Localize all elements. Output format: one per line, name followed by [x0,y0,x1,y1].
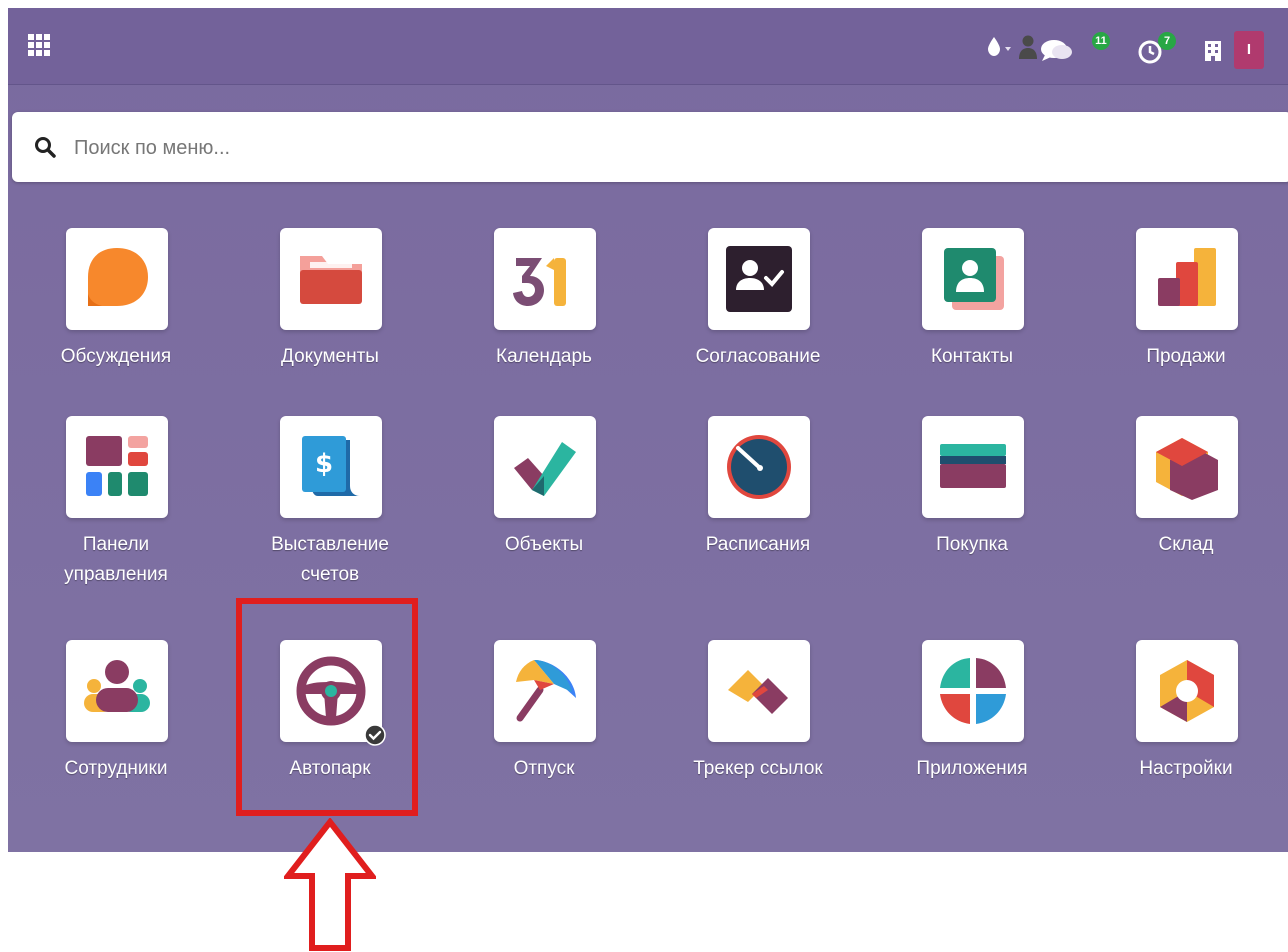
app-tile [708,640,810,742]
app-tile [1136,640,1238,742]
employees-icon [84,660,150,712]
app-label: Сотрудники [64,758,168,779]
app-tile [922,416,1024,518]
building-icon[interactable] [1204,40,1222,67]
svg-text:$: $ [315,449,333,479]
activities-count-badge: 7 [1158,32,1176,50]
home-menu: 11 7 I Поиск по меню... Обсуждения Докум… [8,8,1288,852]
discuss-icon [88,248,148,306]
app-label: Обсуждения [60,346,172,367]
link-tracker-icon [728,670,788,714]
calendar-31-icon [513,258,566,306]
app-tile [1136,416,1238,518]
app-discuss[interactable]: Обсуждения [18,228,214,418]
invoicing-icon: $ [302,436,360,496]
app-label: Документы [281,346,379,367]
app-contacts[interactable]: Контакты [874,228,1070,418]
app-tile [494,416,596,518]
app-tile [66,416,168,518]
app-label: Панели управления [64,534,168,585]
app-inventory[interactable]: Склад [1088,416,1284,606]
app-objects[interactable]: Объекты [446,416,642,606]
messages-count-badge: 11 [1092,32,1110,50]
dashboards-icon [86,436,148,496]
app-tile [708,228,810,330]
checkmark-icon [514,442,576,496]
app-documents[interactable]: Документы [232,228,428,418]
search-icon [35,137,56,158]
contacts-icon [944,248,1004,310]
app-timesheets[interactable]: Расписания [660,416,856,606]
app-approvals[interactable]: Согласование [660,228,856,418]
documents-folder-icon [300,256,362,304]
approvals-icon [726,246,792,312]
menu-search-bar[interactable] [12,112,1288,182]
app-tile [1136,228,1238,330]
app-link-tracker[interactable]: Трекер ссылок [660,640,856,830]
person-icon[interactable] [1018,34,1038,65]
app-label: Выставление счетов [271,534,389,585]
app-sales[interactable]: Продажи [1088,228,1284,418]
app-label: Продажи [1146,346,1226,367]
app-label: Календарь [496,346,592,367]
settings-hexagon-icon [1160,660,1214,722]
user-avatar[interactable]: I [1234,31,1264,69]
app-tile [280,228,382,330]
chat-bubbles-icon[interactable] [1040,38,1074,67]
sales-bars-icon [1158,248,1216,306]
card-icon [940,444,1006,488]
app-tile [494,228,596,330]
app-label: Контакты [930,346,1014,367]
annotation-highlight-box [236,598,418,816]
app-tile [922,640,1024,742]
app-settings[interactable]: Настройки [1088,640,1284,830]
gauge-icon [727,435,791,499]
app-invoicing[interactable]: $ Выставление счетов [232,416,428,606]
app-apps[interactable]: Приложения [874,640,1070,830]
app-label: Отпуск [513,758,575,779]
annotation-up-arrow-icon [284,818,376,951]
app-label: Трекер ссылок [693,758,823,779]
app-tile [708,416,810,518]
app-dashboards[interactable]: Панели управления [18,416,214,606]
app-label: Согласование [695,346,821,367]
inventory-cube-icon [1156,438,1218,500]
app-calendar[interactable]: Календарь [446,228,642,418]
app-tile [922,228,1024,330]
app-label: Приложения [916,758,1028,779]
app-label: Склад [1158,534,1214,555]
app-tile [494,640,596,742]
app-employees[interactable]: Сотрудники [18,640,214,830]
app-tile [66,640,168,742]
apps-circle-icon [940,658,1006,724]
app-purchase[interactable]: Покупка [874,416,1070,606]
app-label: Покупка [936,534,1008,555]
drop-icon[interactable] [986,36,1012,63]
app-label: Расписания [705,534,811,555]
umbrella-icon [516,660,576,722]
search-input[interactable] [72,130,1256,166]
app-tile [66,228,168,330]
app-time-off[interactable]: Отпуск [446,640,642,830]
app-label: Объекты [504,534,584,555]
systray: 11 7 I [8,8,1288,84]
app-label: Настройки [1139,758,1233,779]
app-tile: $ [280,416,382,518]
top-navbar: 11 7 I [8,8,1288,85]
